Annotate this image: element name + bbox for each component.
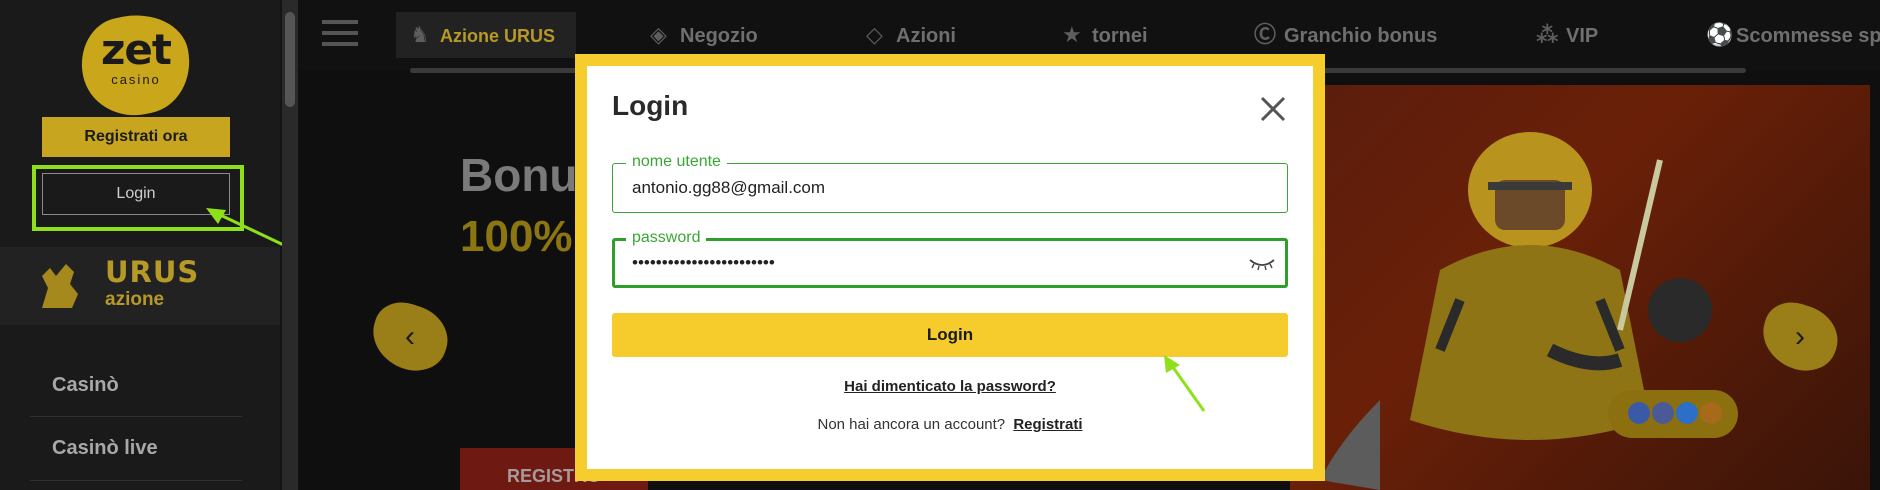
login-submit-button[interactable]: Login [612,313,1288,357]
divider [30,416,242,417]
banner-prev-button[interactable]: ‹ [363,294,457,380]
zet-casino-logo[interactable]: zet casino [72,4,200,126]
tab-granchio-bonus[interactable]: Ⓒ Granchio bonus [1254,20,1437,50]
bonus-crab-icon: Ⓒ [1254,22,1277,47]
diamond-icon: ◇ [866,22,883,47]
tab-scommesse[interactable]: ⚽ Scommesse sp [1706,20,1880,50]
urus-subtitle: azione [105,289,165,310]
tab-vip[interactable]: ⁂ VIP [1536,20,1598,50]
bull-icon [42,264,78,308]
litecoin-icon [1628,402,1650,424]
sidebar-scroll-thumb[interactable] [285,12,295,107]
trophy-icon: ★ [1062,22,1082,47]
no-account-text: Non hai ancora un account? [817,416,1006,433]
sidebar-item-casino-live[interactable]: Casinò live [52,437,158,460]
soccer-ball-icon: ⚽ [1706,22,1734,47]
register-now-button[interactable]: Registrati ora [42,117,230,157]
bull-icon: ♞ [410,22,430,47]
urus-title: URUS [105,255,200,289]
chevron-right-icon: › [1795,320,1805,353]
no-account-row: Non hai ancora un account? Registrati [612,416,1288,433]
sidebar-item-casino[interactable]: Casinò [52,374,119,397]
tab-tornei[interactable]: ★ tornei [1062,20,1148,50]
menu-icon[interactable] [322,20,358,46]
bitcoin-icon [1700,402,1722,424]
divider [30,480,242,481]
stars-icon: ⁂ [1536,22,1559,47]
eye-closed-icon[interactable] [1248,256,1276,272]
banner-next-button[interactable]: › [1753,294,1847,380]
tab-azione-urus[interactable]: ♞ Azione URUS [410,20,555,50]
banner-percent: 100% [460,212,573,261]
username-label: nome utente [626,153,727,171]
close-icon[interactable] [1258,94,1288,124]
ethereum-icon [1652,402,1674,424]
app-root: Bonus 100% ‹ › REGISTRO ♞ Azione URUS ◈ Ne… [0,0,1880,490]
chevron-left-icon: ‹ [405,320,415,353]
tab-negozio[interactable]: ◈ Negozio [650,20,758,50]
tag-icon: ◈ [650,22,667,47]
register-link[interactable]: Registrati [1013,416,1082,433]
password-label: password [626,229,707,247]
password-value[interactable]: •••••••••••••••••••••••• [632,253,775,273]
ripple-icon [1676,402,1698,424]
modal-title: Login [612,90,689,121]
username-value[interactable]: antonio.gg88@gmail.com [632,178,825,198]
forgot-password-link[interactable]: Hai dimenticato la password? [612,378,1288,395]
tab-azioni[interactable]: ◇ Azioni [866,20,956,50]
